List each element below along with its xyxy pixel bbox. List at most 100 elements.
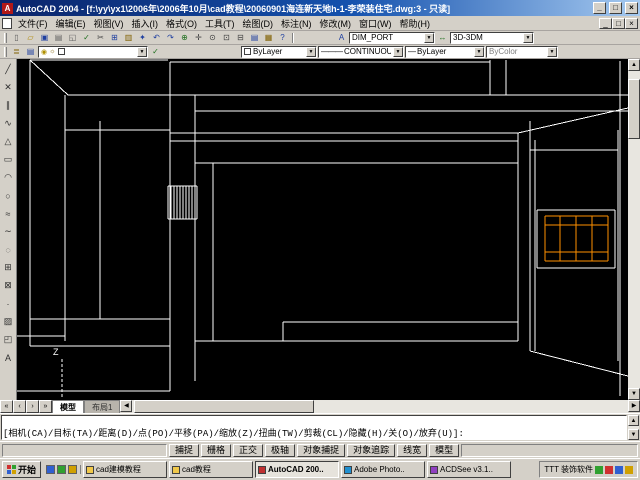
chevron-down-icon[interactable]: ▼ — [424, 32, 434, 43]
doc-restore-button[interactable]: □ — [612, 17, 625, 29]
command-scrollbar[interactable]: ▲ ▼ — [628, 415, 639, 440]
save-icon[interactable]: ▣ — [38, 31, 51, 44]
hyperlink-icon[interactable]: ⊕ — [178, 31, 191, 44]
tab-first-icon[interactable]: « — [0, 400, 13, 413]
undo-icon[interactable]: ↶ — [150, 31, 163, 44]
scroll-up-icon[interactable]: ▲ — [628, 415, 639, 426]
region-icon[interactable]: ◰ — [0, 331, 16, 348]
chevron-down-icon[interactable]: ▼ — [474, 46, 484, 57]
polyline-icon[interactable]: ∿ — [0, 115, 16, 132]
toolbar-grip[interactable] — [4, 46, 7, 57]
toolbar-grip[interactable] — [4, 32, 7, 43]
status-toggle[interactable]: 线宽 — [397, 443, 428, 457]
menu-item[interactable]: 编辑(E) — [52, 17, 90, 30]
quick-launch-icon[interactable] — [46, 465, 56, 474]
construction-line-icon[interactable]: ✕ — [0, 79, 16, 96]
redo-icon[interactable]: ↷ — [164, 31, 177, 44]
taskbar-window-button[interactable]: Adobe Photo.. — [341, 461, 426, 478]
match-properties-icon[interactable]: ✦ — [136, 31, 149, 44]
menu-item[interactable]: 绘图(D) — [239, 17, 278, 30]
start-button[interactable]: 开始 — [2, 461, 42, 478]
horizontal-scroll-track[interactable] — [132, 400, 628, 413]
make-layer-current-icon[interactable]: ✓ — [149, 45, 162, 58]
lineweight-combo[interactable]: — ByLayer ▼ — [405, 45, 485, 58]
horizontal-scrollbar[interactable]: ◀ ▶ — [120, 400, 640, 413]
spline-icon[interactable]: ∼ — [0, 223, 16, 240]
menu-item[interactable]: 修改(M) — [316, 17, 356, 30]
ellipse-icon[interactable]: ◌ — [0, 241, 16, 258]
help-icon[interactable]: ? — [276, 31, 289, 44]
linetype-combo[interactable]: ——— CONTINUOU ▼ — [318, 45, 404, 58]
scroll-up-icon[interactable]: ▲ — [628, 59, 640, 71]
pan-realtime-icon[interactable]: ✛ — [192, 31, 205, 44]
tab-model[interactable]: 模型 — [52, 400, 84, 413]
taskbar-window-button[interactable]: cad教程 — [169, 461, 254, 478]
copy-icon[interactable]: ⊞ — [108, 31, 121, 44]
minimize-button[interactable]: _ — [593, 2, 606, 14]
color-combo[interactable]: ByLayer ▼ — [241, 45, 317, 58]
menu-item[interactable]: 视图(V) — [90, 17, 128, 30]
status-toggle[interactable]: 模型 — [429, 443, 460, 457]
scroll-down-icon[interactable]: ▼ — [628, 429, 639, 440]
hatch-icon[interactable]: ▨ — [0, 313, 16, 330]
dim-style-combo[interactable]: 3D-3DM ▼ — [450, 31, 534, 44]
chevron-down-icon[interactable]: ▼ — [393, 46, 403, 57]
taskbar-window-button[interactable]: AutoCAD 200.. — [255, 461, 340, 478]
chevron-down-icon[interactable]: ▼ — [306, 46, 316, 57]
status-toggle[interactable]: 捕捉 — [169, 443, 200, 457]
mtext-icon[interactable]: A — [0, 349, 16, 366]
tab-last-icon[interactable]: » — [39, 400, 52, 413]
chevron-down-icon[interactable]: ▼ — [547, 46, 557, 57]
vertical-scroll-track[interactable] — [628, 71, 640, 388]
doc-minimize-button[interactable]: _ — [599, 17, 612, 29]
chevron-down-icon[interactable]: ▼ — [137, 46, 147, 57]
designcenter-icon[interactable]: ▦ — [262, 31, 275, 44]
arc-icon[interactable]: ◠ — [0, 169, 16, 186]
polygon-icon[interactable]: △ — [0, 133, 16, 150]
menu-item[interactable]: 插入(I) — [128, 17, 163, 30]
open-file-icon[interactable]: ▱ — [24, 31, 37, 44]
command-scroll-track[interactable] — [628, 426, 639, 429]
paste-icon[interactable]: ▥ — [122, 31, 135, 44]
status-toggle[interactable]: 对象追踪 — [347, 443, 396, 457]
horizontal-scroll-thumb[interactable] — [134, 400, 315, 413]
zoom-realtime-icon[interactable]: ⊙ — [206, 31, 219, 44]
text-style-combo[interactable]: DIM_PORT ▼ — [349, 31, 435, 44]
tray-icon[interactable] — [595, 465, 603, 474]
print-preview-icon[interactable]: ◱ — [66, 31, 79, 44]
vertical-scroll-thumb[interactable] — [628, 79, 640, 139]
doc-close-button[interactable]: × — [625, 17, 638, 29]
menu-item[interactable]: 帮助(H) — [396, 17, 435, 30]
rectangle-icon[interactable]: ▭ — [0, 151, 16, 168]
menu-item[interactable]: 文件(F) — [14, 17, 52, 30]
layer-states-icon[interactable]: ▤ — [24, 45, 37, 58]
tab-next-icon[interactable]: › — [26, 400, 39, 413]
status-toggle[interactable]: 栅格 — [201, 443, 232, 457]
tray-icon[interactable] — [605, 465, 613, 474]
zoom-previous-icon[interactable]: ⊟ — [234, 31, 247, 44]
text-style-icon[interactable]: A — [335, 31, 348, 44]
new-file-icon[interactable]: ▯ — [10, 31, 23, 44]
tray-icon[interactable] — [625, 465, 633, 474]
revcloud-icon[interactable]: ≈ — [0, 205, 16, 222]
scroll-left-icon[interactable]: ◀ — [120, 400, 133, 412]
scroll-right-icon[interactable]: ▶ — [628, 400, 640, 412]
properties-icon[interactable]: ▤ — [248, 31, 261, 44]
menu-item[interactable]: 格式(O) — [162, 17, 201, 30]
chevron-down-icon[interactable]: ▼ — [523, 32, 533, 43]
line-icon[interactable]: ╱ — [0, 61, 16, 78]
make-block-icon[interactable]: ⊠ — [0, 277, 16, 294]
command-input[interactable]: [相机(CA)/目标(TA)/距离(D)/点(PO)/平移(PA)/缩放(Z)/… — [1, 415, 627, 440]
tab-layout[interactable]: 布局1 — [84, 400, 121, 413]
drawing-canvas[interactable]: Z — [17, 59, 628, 400]
zoom-window-icon[interactable]: ⊡ — [220, 31, 233, 44]
tray-label[interactable]: 装饰软件 — [561, 464, 593, 475]
layer-manager-icon[interactable]: ≣ — [10, 45, 23, 58]
quick-launch-icon[interactable] — [57, 465, 67, 474]
menu-item[interactable]: 标注(N) — [277, 17, 316, 30]
cut-icon[interactable]: ✂ — [94, 31, 107, 44]
close-button[interactable]: × — [625, 2, 638, 14]
dim-style-icon[interactable]: ↔ — [436, 31, 449, 44]
spell-check-icon[interactable]: ✓ — [80, 31, 93, 44]
multiline-icon[interactable]: ∥ — [0, 97, 16, 114]
